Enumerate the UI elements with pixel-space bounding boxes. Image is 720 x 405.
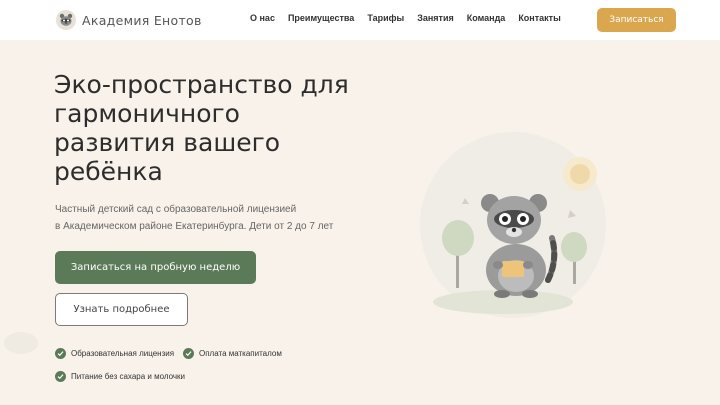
brand-name: Академия Енотов xyxy=(82,12,202,28)
feature-item-nutrition: Питание без сахара и молочки xyxy=(55,371,185,382)
hero-title-line: гармоничного xyxy=(54,99,240,128)
brand-logo[interactable]: Академия Енотов xyxy=(56,10,202,30)
header-signup-button[interactable]: Записаться xyxy=(597,8,676,32)
nav-link-contacts[interactable]: Контакты xyxy=(518,13,560,23)
raccoon-foot xyxy=(522,290,538,298)
hero-subtitle-line: в Академическом районе Екатеринбурга. Де… xyxy=(55,221,334,232)
feature-item-maternity-capital: Оплата маткапиталом xyxy=(183,348,282,359)
hero-subtitle: Частный детский сад с образовательной ли… xyxy=(55,201,375,235)
main-nav: О нас Преимущества Тарифы Занятия Команд… xyxy=(250,13,561,23)
nav-link-pricing[interactable]: Тарифы xyxy=(367,13,404,23)
feature-label: Образовательная лицензия xyxy=(71,349,175,358)
raccoon-nose xyxy=(511,227,517,233)
raccoon-illustration xyxy=(420,132,606,318)
feature-label: Питание без сахара и молочки xyxy=(71,372,186,381)
hero-title-line: ребёнка xyxy=(54,157,163,186)
hero-title: Эко-пространство для гармоничного развит… xyxy=(54,70,394,186)
raccoon-logo-icon xyxy=(56,10,76,30)
hero-subtitle-line: Частный детский сад с образовательной ли… xyxy=(55,204,297,215)
decorative-blob xyxy=(4,332,38,354)
raccoon-book xyxy=(502,261,524,277)
feature-label: Оплата маткапиталом xyxy=(199,349,282,358)
feature-item-license: Образовательная лицензия xyxy=(55,348,174,359)
nav-link-team[interactable]: Команда xyxy=(467,13,506,23)
nav-link-classes[interactable]: Занятия xyxy=(417,13,454,23)
check-icon xyxy=(55,371,66,382)
raccoon-foot xyxy=(494,290,510,298)
check-icon xyxy=(183,348,194,359)
nav-link-advantages[interactable]: Преимущества xyxy=(288,13,354,23)
learn-more-button[interactable]: Узнать подробнее xyxy=(55,293,188,326)
tree-icon xyxy=(442,220,474,256)
nav-link-about[interactable]: О нас xyxy=(250,13,275,23)
tree-icon xyxy=(561,232,587,262)
hero-title-line: развития вашего xyxy=(54,128,281,157)
hero-title-line: Эко-пространство для xyxy=(54,70,349,99)
check-icon xyxy=(55,348,66,359)
sun-icon xyxy=(570,164,590,184)
trial-week-button[interactable]: Записаться на пробную неделю xyxy=(55,251,256,284)
site-header: Академия Енотов О нас Преимущества Тариф… xyxy=(0,0,720,40)
